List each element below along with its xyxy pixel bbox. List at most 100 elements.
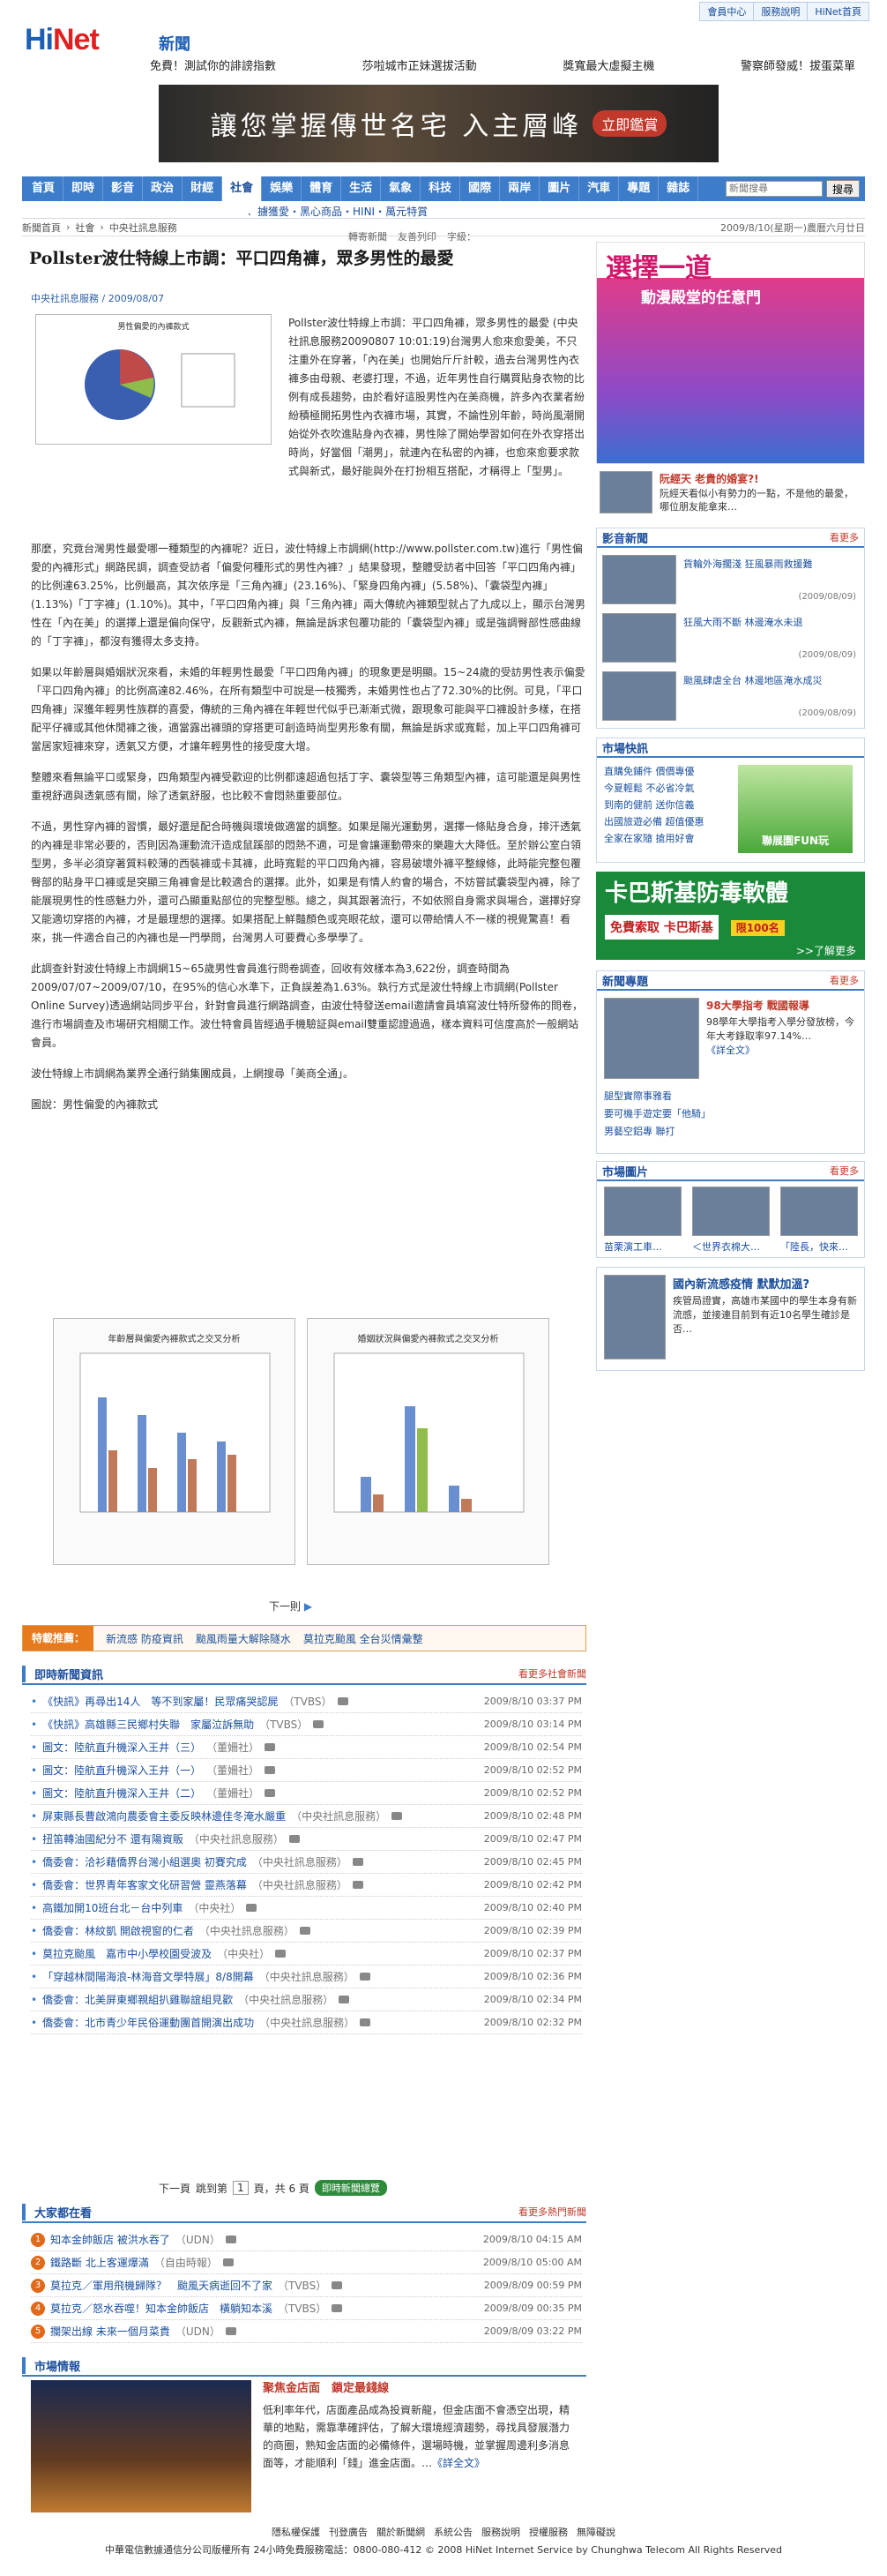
news-row[interactable]: • 圖文：陸航直升機深入王井（三） （董姍社） 2009/8/10 02:54 PM (31, 1736, 582, 1759)
news-title[interactable]: 《快訊》高雄縣三民鄉村失聯 家屬泣訴無助 (42, 1717, 254, 1732)
print-button[interactable]: 友善列印 (398, 229, 436, 243)
popular-row[interactable]: 1 知本金帥飯店 被洪水吞了 （UDN） 2009/8/10 04:15 AM (31, 2228, 582, 2251)
news-title[interactable]: 攔架出線 未來一個月菜貴 (50, 2324, 170, 2339)
topic-headline[interactable]: 98大學指考 戰國報導 (706, 998, 809, 1013)
more-link[interactable]: 看更多 (830, 1164, 864, 1178)
special-link[interactable]: 颱風雨量大解除隧水 (196, 1631, 291, 1646)
news-row[interactable]: • 扭笛轉油國紀分不 還有陽資販 （中央社訊息服務） 2009/8/10 02:47 … (31, 1828, 582, 1851)
news-title[interactable]: 僑委會：世界青年客家文化研習營 靈燕落幕 (42, 1877, 247, 1892)
news-title[interactable]: 扭笛轉油國紀分不 還有陽資販 (42, 1831, 183, 1846)
crumb-society[interactable]: 社會 (75, 221, 94, 235)
popular-row[interactable]: 2 鐵路斷 北上客運爆滿 （自由時報） 2009/8/10 05:00 AM (31, 2251, 582, 2274)
nav-item[interactable]: 專題 (619, 176, 660, 201)
nav-item-active[interactable]: 社會 (222, 176, 263, 201)
video-item[interactable]: 颱風肆虐全台 林邊地區淹水成災 (2009/08/09) (602, 671, 860, 724)
nav-item[interactable]: 氣象 (381, 176, 421, 201)
topic-more[interactable]: 《詳全文》 (706, 1045, 755, 1056)
news-title[interactable]: 僑委會：北美屏東鄉親組扒雞聯誼組見歡 (42, 1992, 233, 2007)
popular-row[interactable]: 5 攔架出線 未來一個月菜貴 （UDN） 2009/8/09 03:22 PM (31, 2320, 582, 2343)
video-thumb[interactable] (602, 671, 676, 721)
news-row[interactable]: • 僑委會：世界青年客家文化研習營 靈燕落幕 （中央社訊息服務） 2009/8/10 … (31, 1874, 582, 1897)
news-row[interactable]: • 圖文：陸航直升機深入王井（一） （董姍社） 2009/8/10 02:52 PM (31, 1759, 582, 1782)
more-link[interactable]: 看更多熱門新聞 (518, 2205, 586, 2219)
topic-thumb[interactable] (604, 998, 699, 1079)
news-title[interactable]: 鐵路斷 北上客運爆滿 (50, 2255, 149, 2270)
video-item[interactable]: 狂風大雨不斷 林邊淹水未退 (2009/08/09) (602, 613, 860, 666)
anime-ad[interactable]: 選擇一道 動漫殿堂的任意門 (596, 242, 865, 464)
news-row[interactable]: • 高鐵加開10班台北－台中列車 （中央社） 2009/8/10 02:40 PM (31, 1897, 582, 1920)
next-article-link[interactable]: 下一則 ▶ (269, 1599, 312, 1614)
nav-item[interactable]: 娛樂 (262, 176, 302, 201)
nav-item[interactable]: 國際 (460, 176, 501, 201)
search-button[interactable]: 搜尋 (825, 180, 860, 198)
hot-title[interactable]: 阮經天 老貴的婚宴?! (660, 471, 759, 486)
hinet-logo[interactable]: HiNet (25, 23, 100, 57)
flash-item[interactable]: 直購免鋪件 價價專優 (604, 763, 704, 780)
headline-link[interactable]: 免費！測試你的誹謗指數 (150, 56, 276, 73)
nav-item[interactable]: 即時 (63, 176, 104, 201)
news-title[interactable]: 知本金帥飯店 被洪水吞了 (50, 2232, 170, 2247)
member-center-link[interactable]: 會員中心 (700, 3, 755, 20)
topic-link[interactable]: 男藝空鋁專 聯打 (604, 1123, 711, 1141)
nav-item[interactable]: 首頁 (24, 176, 64, 201)
news-title[interactable]: 僑委會：林紋凱 開啟視窗的仁者 (42, 1923, 194, 1938)
news-row[interactable]: • 僑委會：林紋凱 開啟視窗的仁者 （中央社訊息服務） 2009/8/10 02:39… (31, 1920, 582, 1943)
headline-link[interactable]: 獎寬最大虛擬主機 (563, 56, 654, 73)
market-image[interactable] (31, 2380, 251, 2512)
photo-thumb[interactable] (692, 1187, 770, 1236)
news-title[interactable]: 莫拉克／怒水吞噬！知本金帥飯店 橫躺知本溪 (50, 2301, 272, 2316)
nav-item[interactable]: 體育 (302, 176, 342, 201)
special-link[interactable]: 新流感 防疫資訊 (106, 1631, 183, 1646)
popular-row[interactable]: 3 莫拉克／軍用飛機歸隊？ 颱風天病逝回不了家 （TVBS） 2009/8/09 00… (31, 2274, 582, 2297)
news-row[interactable]: • 《快訊》再尋出14人 等不到家屬！民眾痛哭認屍 （TVBS） 2009/8/10 … (31, 1690, 582, 1713)
nav-item[interactable]: 影音 (103, 176, 144, 201)
crumb-cna[interactable]: 中央社訊息服務 (109, 221, 177, 235)
topic-link[interactable]: 要可機手遊定要「他騎」 (604, 1105, 711, 1123)
video-title[interactable]: 貨輪外海擱淺 狂風暴雨救援難 (683, 557, 858, 571)
news-title[interactable]: 僑委會：洽衫藉僑界台灣小組選奧 初賽究成 (42, 1854, 247, 1869)
news-title[interactable]: 「穿越林間陽海浪-林海音文學特展」8/8開幕 (42, 1969, 254, 1984)
news-title[interactable]: 屏東縣長曹啟鴻向農委會主委反映林邊佳冬淹水嚴重 (42, 1808, 286, 1823)
photo-thumb[interactable] (604, 1187, 682, 1236)
footer-link[interactable]: 服務說明 (481, 2525, 520, 2539)
headline-link[interactable]: 莎啦城市正妹選拔活動 (362, 56, 477, 73)
nav-item[interactable]: 財經 (183, 176, 223, 201)
more-link[interactable]: 看更多 (830, 530, 864, 544)
video-title[interactable]: 狂風大雨不斷 林邊淹水未退 (683, 615, 858, 629)
market-headline[interactable]: 聚焦金店面 鎖定最錢線 (263, 2380, 578, 2398)
news-title[interactable]: 《快訊》再尋出14人 等不到家屬！民眾痛哭認屍 (42, 1694, 278, 1709)
news-row[interactable]: • 僑委會：北美屏東鄉親組扒雞聯誼組見歡 （中央社訊息服務） 2009/8/10 02… (31, 1988, 582, 2011)
news-row[interactable]: • 僑委會：洽衫藉僑界台灣小組選奧 初賽究成 （中央社訊息服務） 2009/8/10 … (31, 1851, 582, 1874)
news-row[interactable]: • 莫拉克颱風 嘉市中小學校園受波及 （中央社） 2009/8/10 02:37 PM (31, 1943, 582, 1966)
video-thumb[interactable] (602, 555, 676, 604)
crumb-home[interactable]: 新聞首頁 (22, 221, 61, 235)
kaspersky-ad[interactable]: 卡巴斯基防毒軟體 免費索取 卡巴斯基 限100名 >>了解更多 (596, 872, 865, 960)
news-title[interactable]: 高鐵加開10班台北－台中列車 (42, 1900, 183, 1915)
nav-item[interactable]: 雜誌 (659, 176, 699, 201)
nav-item[interactable]: 兩岸 (500, 176, 540, 201)
footer-link[interactable]: 刊登廣告 (329, 2525, 368, 2539)
flash-item[interactable]: 出國旅遊必備 超值優惠 (604, 813, 704, 830)
popular-row[interactable]: 4 莫拉克／怒水吞噬！知本金帥飯店 橫躺知本溪 （TVBS） 2009/8/09 00… (31, 2297, 582, 2320)
news-title[interactable]: 圖文：陸航直升機深入王井（一） (42, 1763, 201, 1778)
photo-caption[interactable]: ＜世界衣棉大… (692, 1239, 770, 1254)
flash-badge[interactable]: 聯展園FUN玩 (738, 765, 853, 853)
photo-thumb[interactable] (780, 1187, 858, 1236)
ad-more[interactable]: >>了解更多 (596, 943, 865, 958)
news-row[interactable]: • 「穿越林間陽海浪-林海音文學特展」8/8開幕 （中央社訊息服務） 2009/8/1… (31, 1966, 582, 1988)
banner-cta[interactable]: 立即鑑賞 (593, 110, 667, 137)
special-link[interactable]: 莫拉克颱風 全台災情彙整 (303, 1631, 423, 1646)
top-banner-ad[interactable]: 讓您掌握傳世名宅 入主層峰 立即鑑賞 (159, 85, 719, 162)
news-title[interactable]: 莫拉克颱風 嘉市中小學校園受波及 (42, 1946, 212, 1961)
more-link[interactable]: 看更多 (830, 973, 864, 987)
video-title[interactable]: 颱風肆虐全台 林邊地區淹水成災 (683, 673, 858, 687)
hot-thumb[interactable] (600, 471, 652, 513)
news-title[interactable]: 僑委會：北市青少年民俗運動團首開演出成功 (42, 2015, 254, 2030)
more-link[interactable]: 看更多社會新聞 (518, 1666, 586, 1681)
footer-link[interactable]: 無障礙說 (577, 2525, 615, 2539)
headline-link[interactable]: 警察師發威！拔蛋菜單 (741, 56, 855, 73)
nav-item[interactable]: 生活 (341, 176, 382, 201)
footer-link[interactable]: 系統公告 (434, 2525, 473, 2539)
hinet-home-link[interactable]: HiNet首頁 (808, 3, 868, 20)
news-row[interactable]: • 《快訊》高雄縣三民鄉村失聯 家屬泣訴無助 （TVBS） 2009/8/10 03:… (31, 1713, 582, 1736)
